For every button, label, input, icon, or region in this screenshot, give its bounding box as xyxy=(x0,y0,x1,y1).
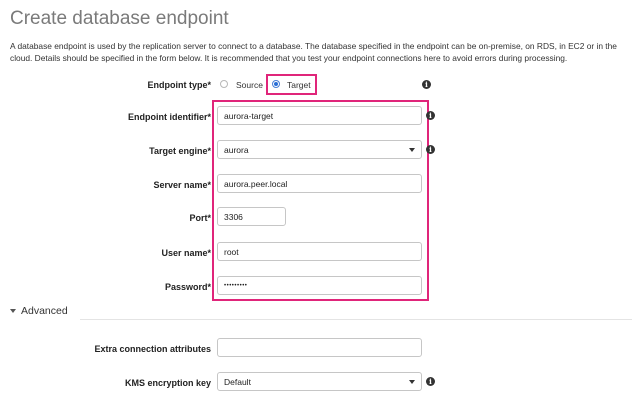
user-name-value: root xyxy=(224,246,239,257)
page-description: A database endpoint is used by the repli… xyxy=(10,41,617,63)
endpoint-identifier-value: aurora-target xyxy=(224,110,274,121)
password-value: ••••••••• xyxy=(224,282,248,289)
kms-encryption-key-label: KMS encryption key xyxy=(124,378,211,388)
advanced-toggle[interactable]: Advanced xyxy=(10,305,68,317)
port-input[interactable]: 3306 xyxy=(217,207,286,226)
endpoint-identifier-input[interactable]: aurora-target xyxy=(217,106,422,125)
page-title: Create database endpoint xyxy=(10,8,229,29)
connection-fields-highlight xyxy=(212,100,429,301)
endpoint-identifier-label: Endpoint identifier* xyxy=(128,112,211,122)
info-icon[interactable]: i xyxy=(426,111,435,120)
radio-circle xyxy=(220,80,228,88)
kms-encryption-key-select[interactable]: Default xyxy=(217,372,422,391)
port-label: Port* xyxy=(189,213,211,223)
source-radio[interactable] xyxy=(219,79,229,89)
user-name-input[interactable]: root xyxy=(217,242,422,261)
chevron-down-icon xyxy=(409,147,415,152)
password-label: Password* xyxy=(164,282,211,292)
caret-down-icon xyxy=(10,309,16,313)
target-radio[interactable] xyxy=(271,79,281,89)
radio-circle-checked xyxy=(272,80,280,88)
user-name-label: User name* xyxy=(161,248,211,258)
advanced-toggle-label: Advanced xyxy=(21,305,68,317)
kms-encryption-key-value: Default xyxy=(224,376,251,387)
target-radio-label[interactable]: Target xyxy=(287,80,311,90)
info-icon[interactable]: i xyxy=(422,80,431,89)
server-name-label: Server name* xyxy=(153,180,211,190)
server-name-input[interactable]: aurora.peer.local xyxy=(217,174,422,193)
info-icon[interactable]: i xyxy=(426,145,435,154)
endpoint-type-label: Endpoint type* xyxy=(147,80,212,90)
advanced-divider xyxy=(80,319,632,320)
port-value: 3306 xyxy=(224,211,243,222)
source-radio-label[interactable]: Source xyxy=(236,80,263,90)
password-input[interactable]: ••••••••• xyxy=(217,276,422,295)
target-engine-value: aurora xyxy=(224,144,249,155)
target-engine-label: Target engine* xyxy=(149,146,211,156)
extra-connection-attributes-label: Extra connection attributes xyxy=(94,344,211,354)
info-icon[interactable]: i xyxy=(426,377,435,386)
chevron-down-icon xyxy=(409,379,415,384)
target-engine-select[interactable]: aurora xyxy=(217,140,422,159)
server-name-value: aurora.peer.local xyxy=(224,178,288,189)
extra-connection-attributes-input[interactable] xyxy=(217,338,422,357)
